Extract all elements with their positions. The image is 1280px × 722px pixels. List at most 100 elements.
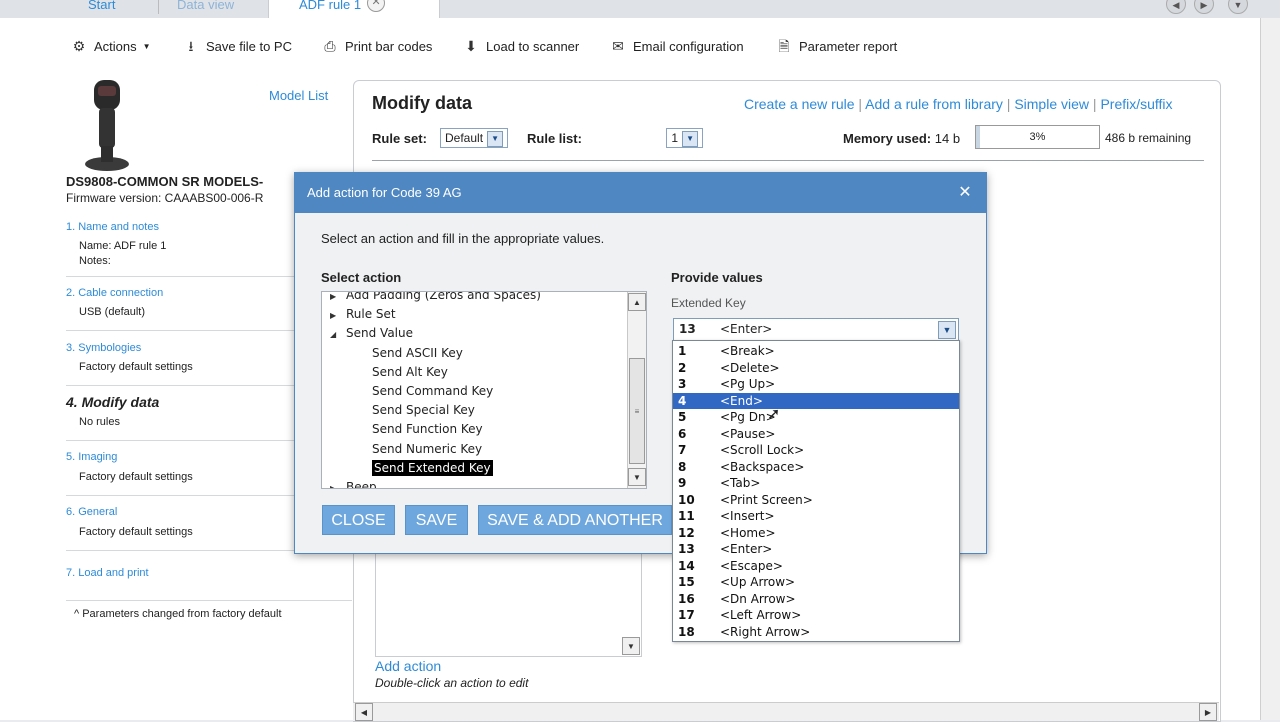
- tree-item[interactable]: ▶ Beep: [330, 478, 377, 488]
- load-scanner-button[interactable]: ⬇ Load to scanner: [462, 36, 579, 56]
- close-button[interactable]: CLOSE: [322, 505, 395, 535]
- scroll-thumb[interactable]: ≡: [629, 358, 645, 464]
- tree-item-label: Send ASCII Key: [372, 345, 463, 360]
- email-icon: ✉: [612, 38, 624, 54]
- dropdown-option[interactable]: 10 <Print Screen>: [673, 492, 959, 509]
- rule-list-select[interactable]: 1 ▼: [666, 128, 704, 148]
- dropdown-option[interactable]: 12 <Home>: [673, 525, 959, 542]
- option-number: 5: [678, 410, 687, 424]
- horizontal-scrollbar[interactable]: [353, 702, 1219, 721]
- print-barcodes-button[interactable]: ⎙ Print bar codes: [321, 36, 432, 56]
- print-barcodes-label: Print bar codes: [345, 38, 433, 54]
- tree-item[interactable]: ▶ Add Padding (Zeros and Spaces): [330, 292, 541, 306]
- scroll-down-icon[interactable]: ▼: [622, 637, 640, 655]
- step-notes-value: Notes:: [79, 255, 111, 267]
- expand-icon[interactable]: ▶: [330, 306, 346, 325]
- save-file-label: Save file to PC: [206, 38, 292, 54]
- dropdown-option[interactable]: 11 <Insert>: [673, 508, 959, 525]
- step-general[interactable]: 6. General: [66, 506, 117, 518]
- tree-item[interactable]: Send Function Key: [372, 420, 483, 439]
- scroll-left-icon[interactable]: ◀: [355, 703, 373, 721]
- tree-item[interactable]: Send Extended Key: [372, 459, 493, 478]
- expand-icon[interactable]: ▶: [330, 479, 346, 488]
- scanner-image: [84, 80, 134, 172]
- tab-data-view[interactable]: Data view: [177, 0, 234, 18]
- dialog-title: Add action for Code 39 AG: [307, 185, 462, 200]
- scroll-right-icon[interactable]: ▶: [1199, 703, 1217, 721]
- window-scrollbar[interactable]: [1260, 18, 1280, 720]
- prefix-suffix-link[interactable]: Prefix/suffix: [1100, 96, 1172, 112]
- save-file-button[interactable]: ⭳ Save file to PC: [182, 36, 292, 56]
- email-config-button[interactable]: ✉ Email configuration: [609, 36, 743, 56]
- tree-item[interactable]: Send Alt Key: [372, 363, 448, 382]
- provide-values-label: Provide values: [671, 270, 763, 285]
- dropdown-option[interactable]: 17 <Left Arrow>: [673, 607, 959, 624]
- tab-adf-rule-label: ADF rule 1: [299, 0, 362, 12]
- option-key: <Insert>: [720, 509, 775, 523]
- param-report-label: Parameter report: [799, 38, 898, 54]
- save-button[interactable]: SAVE: [405, 505, 468, 535]
- tree-item[interactable]: Send Special Key: [372, 401, 475, 420]
- dropdown-option[interactable]: 3 <Pg Up>: [673, 376, 959, 393]
- dropdown-option[interactable]: 2 <Delete>: [673, 360, 959, 377]
- tree-scrollbar[interactable]: ▲ ≡ ▼: [627, 292, 646, 488]
- extended-key-select[interactable]: 13 <Enter> ▼: [673, 318, 959, 342]
- tree-item[interactable]: Send Command Key: [372, 382, 493, 401]
- dropdown-option[interactable]: 4 <End>: [673, 392, 959, 409]
- actions-menu[interactable]: ⚙ Actions ▼: [70, 36, 151, 56]
- step-symbologies[interactable]: 3. Symbologies: [66, 342, 141, 354]
- create-rule-link[interactable]: Create a new rule: [744, 96, 855, 112]
- collapse-icon[interactable]: ◢: [330, 325, 346, 344]
- save-add-another-button[interactable]: SAVE & ADD ANOTHER: [478, 505, 672, 535]
- tab-start[interactable]: Start: [88, 0, 115, 18]
- option-number: 3: [678, 377, 687, 391]
- model-list-link[interactable]: Model List: [269, 88, 328, 103]
- dropdown-option[interactable]: 1 <Break>: [673, 343, 959, 360]
- action-tree[interactable]: ▶ Add Padding (Zeros and Spaces) ▶ Rule Set…: [321, 291, 647, 489]
- dropdown-option[interactable]: 9 <Tab>: [673, 475, 959, 492]
- gears-icon: ⚙: [72, 38, 86, 54]
- dropdown-option[interactable]: 18 <Right Arrow>: [673, 624, 959, 641]
- add-action-link[interactable]: Add action: [375, 658, 441, 674]
- actions-list[interactable]: [375, 540, 642, 657]
- option-key: <Up Arrow>: [720, 575, 796, 589]
- dropdown-option[interactable]: 5 <Pg Dn>: [673, 409, 959, 426]
- tree-item[interactable]: ◢ Send Value: [330, 324, 413, 343]
- expand-icon[interactable]: ▶: [330, 292, 346, 306]
- tab-close-icon[interactable]: ✕: [367, 0, 386, 12]
- rule-list-value: 1: [671, 131, 679, 145]
- step-cable-connection[interactable]: 2. Cable connection: [66, 287, 163, 299]
- chevron-down-icon: ▼: [142, 41, 151, 51]
- step-name-notes[interactable]: 1. Name and notes: [66, 221, 159, 233]
- step-imaging[interactable]: 5. Imaging: [66, 451, 117, 463]
- divider: [372, 160, 1204, 161]
- close-icon[interactable]: ✕: [955, 173, 975, 213]
- add-from-library-link[interactable]: Add a rule from library: [865, 96, 1003, 112]
- field-value-key: <Enter>: [720, 322, 773, 336]
- step-modify-value: No rules: [79, 416, 120, 428]
- option-key: <Escape>: [720, 558, 783, 573]
- dropdown-option[interactable]: 6 <Pause>: [673, 426, 959, 443]
- tree-item[interactable]: Send Numeric Key: [372, 440, 482, 459]
- step-modify-data[interactable]: 4. Modify data: [66, 394, 159, 410]
- option-number: 11: [678, 509, 695, 523]
- option-number: 12: [678, 525, 695, 540]
- chevron-down-icon[interactable]: ▼: [938, 321, 956, 339]
- dropdown-option[interactable]: 16 <Dn Arrow>: [673, 591, 959, 608]
- scroll-down-icon[interactable]: ▼: [628, 468, 646, 486]
- rule-list-label: Rule list:: [527, 131, 582, 146]
- dropdown-option[interactable]: 13 <Enter>: [673, 541, 959, 558]
- simple-view-link[interactable]: Simple view: [1014, 96, 1089, 112]
- dropdown-option[interactable]: 8 <Backspace>: [673, 459, 959, 476]
- dropdown-option[interactable]: 15 <Up Arrow>: [673, 574, 959, 591]
- step-load-print[interactable]: 7. Load and print: [66, 567, 149, 579]
- param-report-button[interactable]: 🗎 Parameter report: [775, 36, 897, 56]
- tab-adf-rule[interactable]: ADF rule 1 ✕: [268, 0, 440, 19]
- dropdown-option[interactable]: 7 <Scroll Lock>: [673, 442, 959, 459]
- scroll-up-icon[interactable]: ▲: [628, 293, 646, 311]
- dropdown-option[interactable]: 14 <Escape>: [673, 558, 959, 575]
- tree-item[interactable]: Send ASCII Key: [372, 344, 463, 363]
- tree-item[interactable]: ▶ Rule Set: [330, 305, 396, 324]
- rule-set-select[interactable]: Default ▼: [440, 128, 509, 148]
- extended-key-options[interactable]: 1 <Break> 2 <Delete> 3 <Pg Up> 4 <End> 5 <Pg Dn> 6…: [672, 340, 960, 642]
